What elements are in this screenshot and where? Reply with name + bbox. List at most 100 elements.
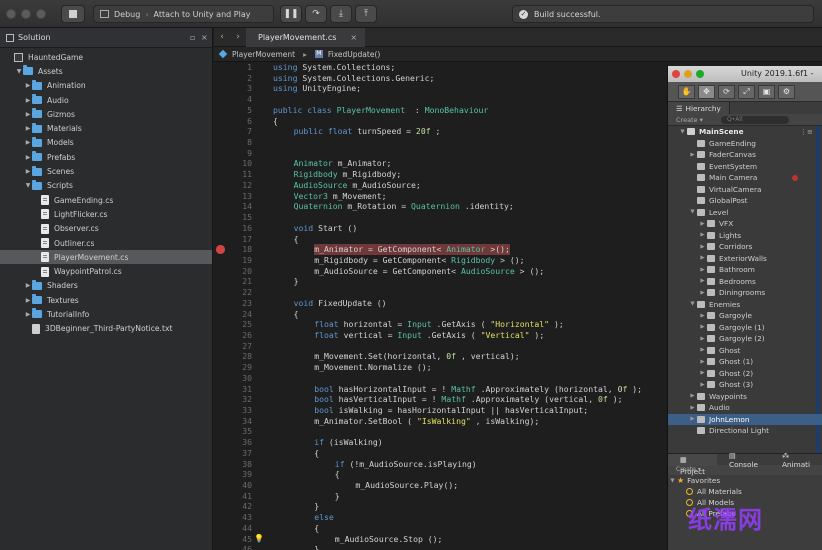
chevron-right-icon[interactable]: ▶	[698, 382, 707, 388]
hierarchy-item[interactable]: GlobalPost	[668, 195, 822, 207]
chevron-right-icon[interactable]: ▶	[24, 311, 32, 318]
hierarchy-item[interactable]: ▶ Ghost (3)	[668, 379, 822, 391]
breadcrumb-method[interactable]: FixedUpdate()	[328, 50, 380, 59]
scale-tool-icon[interactable]: ⤢	[738, 84, 755, 99]
minimize-window-button[interactable]	[21, 9, 31, 19]
hierarchy-item[interactable]: ▶ Gargoyle (2)	[668, 333, 822, 345]
step-out-button[interactable]: ⤒	[355, 5, 377, 23]
hierarchy-item[interactable]: ▶ Ghost (2)	[668, 368, 822, 380]
hand-tool-icon[interactable]: ✋	[678, 84, 695, 99]
tree-file[interactable]: HauntedGame	[0, 50, 212, 64]
hierarchy-item[interactable]: EventSystem	[668, 161, 822, 173]
chevron-right-icon[interactable]: ▶	[698, 255, 707, 261]
tab-hierarchy[interactable]: ☰ Hierarchy	[668, 102, 730, 114]
stop-button[interactable]	[61, 5, 85, 23]
unity-minimize-button[interactable]	[684, 70, 692, 78]
tree-folder[interactable]: ▶ Models	[0, 136, 212, 150]
hierarchy-create-button[interactable]: Create ▾	[676, 116, 703, 124]
forward-arrow-icon[interactable]: ›	[236, 32, 240, 42]
chevron-right-icon[interactable]: ▶	[24, 125, 32, 132]
tree-file[interactable]: Outliner.cs	[0, 236, 212, 250]
chevron-right-icon[interactable]: ▶	[698, 267, 707, 273]
chevron-right-icon[interactable]: ▶	[698, 359, 707, 365]
chevron-right-icon[interactable]: ▶	[698, 313, 707, 319]
breakpoint-icon[interactable]	[216, 245, 225, 254]
tab-project[interactable]: ▦ Project	[668, 453, 717, 476]
close-tab-icon[interactable]: ×	[350, 33, 357, 42]
unity-close-button[interactable]	[672, 70, 680, 78]
chevron-right-icon[interactable]: ▶	[698, 232, 707, 238]
hierarchy-item[interactable]: ▼ Enemies	[668, 299, 822, 311]
hierarchy-item[interactable]: ▶ Gargoyle	[668, 310, 822, 322]
tab-console[interactable]: ▤ Console	[717, 451, 770, 469]
chevron-right-icon[interactable]: ▶	[24, 139, 32, 146]
chevron-right-icon[interactable]: ▶	[698, 290, 707, 296]
chevron-down-icon[interactable]: ▼	[15, 68, 23, 75]
chevron-right-icon[interactable]: ▶	[698, 336, 707, 342]
tree-file[interactable]: 3DBeginner_Third-PartyNotice.txt	[0, 322, 212, 336]
tree-folder[interactable]: ▶ Materials	[0, 121, 212, 135]
back-arrow-icon[interactable]: ‹	[220, 32, 224, 42]
chevron-right-icon[interactable]: ▶	[698, 324, 707, 330]
minimize-panel-icon[interactable]: ▫	[190, 33, 195, 42]
hierarchy-item[interactable]: ▶ JohnLemon	[668, 413, 822, 425]
move-tool-icon[interactable]: ✥	[698, 84, 715, 99]
scene-menu-icon[interactable]: ⋮≡	[800, 128, 813, 136]
chevron-right-icon[interactable]: ▶	[24, 297, 32, 304]
favorite-item[interactable]: All Materials	[668, 486, 822, 497]
chevron-right-icon[interactable]: ▶	[24, 111, 32, 118]
hierarchy-item[interactable]: ▶ FaderCanvas	[668, 149, 822, 161]
step-into-button[interactable]: ⤓	[330, 5, 352, 23]
hierarchy-item[interactable]: ▶ Bedrooms	[668, 276, 822, 288]
hierarchy-item[interactable]: ▶ Ghost	[668, 345, 822, 357]
step-over-button[interactable]: ↷	[305, 5, 327, 23]
chevron-right-icon[interactable]: ▶	[688, 393, 697, 399]
tree-folder[interactable]: ▶ TutorialInfo	[0, 307, 212, 321]
unity-maximize-button[interactable]	[696, 70, 704, 78]
chevron-right-icon[interactable]: ▶	[698, 370, 707, 376]
tree-folder[interactable]: ▶ Shaders	[0, 279, 212, 293]
close-window-button[interactable]	[6, 9, 16, 19]
chevron-right-icon[interactable]: ▶	[698, 347, 707, 353]
chevron-down-icon[interactable]: ▼	[688, 209, 697, 215]
tree-file[interactable]: WaypointPatrol.cs	[0, 264, 212, 278]
tree-folder[interactable]: ▶ Prefabs	[0, 150, 212, 164]
hierarchy-item[interactable]: GameEnding	[668, 138, 822, 150]
chevron-right-icon[interactable]: ▶	[688, 405, 697, 411]
hierarchy-scene-row[interactable]: ▼ MainScene ⋮≡	[668, 126, 822, 138]
chevron-right-icon[interactable]: ▶	[24, 82, 32, 89]
lightbulb-icon[interactable]: 💡	[254, 534, 264, 543]
breadcrumb-class[interactable]: PlayerMovement	[232, 50, 295, 59]
transform-tool-icon[interactable]: ⚙	[778, 84, 795, 99]
tree-folder[interactable]: ▶ Audio	[0, 93, 212, 107]
hierarchy-item[interactable]: ▶ Gargoyle (1)	[668, 322, 822, 334]
chevron-right-icon[interactable]: ▶	[688, 152, 697, 158]
tree-file[interactable]: GameEnding.cs	[0, 193, 212, 207]
tree-folder[interactable]: ▶ Animation	[0, 79, 212, 93]
chevron-down-icon[interactable]: ▼	[688, 301, 697, 307]
close-panel-icon[interactable]: ×	[201, 33, 208, 42]
tree-file[interactable]: PlayerMovement.cs	[0, 250, 212, 265]
tree-folder[interactable]: ▼ Assets	[0, 64, 212, 78]
chevron-right-icon[interactable]: ▶	[24, 154, 32, 161]
hierarchy-item[interactable]: ▶ Diningrooms	[668, 287, 822, 299]
hierarchy-item[interactable]: ▶ Ghost (1)	[668, 356, 822, 368]
hierarchy-item[interactable]: Main Camera	[668, 172, 822, 184]
hierarchy-search-input[interactable]: Q•All	[720, 115, 789, 124]
chevron-right-icon[interactable]: ▶	[688, 416, 697, 422]
chevron-right-icon[interactable]: ▶	[698, 278, 707, 284]
tree-folder[interactable]: ▶ Gizmos	[0, 107, 212, 121]
hierarchy-item[interactable]: ▶ Corridors	[668, 241, 822, 253]
rect-tool-icon[interactable]: ▣	[758, 84, 775, 99]
chevron-right-icon[interactable]: ▶	[698, 221, 707, 227]
run-configuration-selector[interactable]: Debug › Attach to Unity and Play	[93, 5, 274, 23]
maximize-window-button[interactable]	[36, 9, 46, 19]
hierarchy-item[interactable]: ▶ Lights	[668, 230, 822, 242]
tab-animation[interactable]: ⁂ Animati	[770, 451, 822, 469]
favorites-folder[interactable]: ▼ ★ Favorites	[668, 475, 822, 486]
tab-playermovement[interactable]: PlayerMovement.cs ×	[246, 27, 366, 47]
hierarchy-item[interactable]: ▶ Waypoints	[668, 391, 822, 403]
tree-folder[interactable]: ▶ Scenes	[0, 164, 212, 178]
chevron-right-icon[interactable]: ▶	[698, 244, 707, 250]
chevron-down-icon[interactable]: ▼	[678, 129, 687, 135]
